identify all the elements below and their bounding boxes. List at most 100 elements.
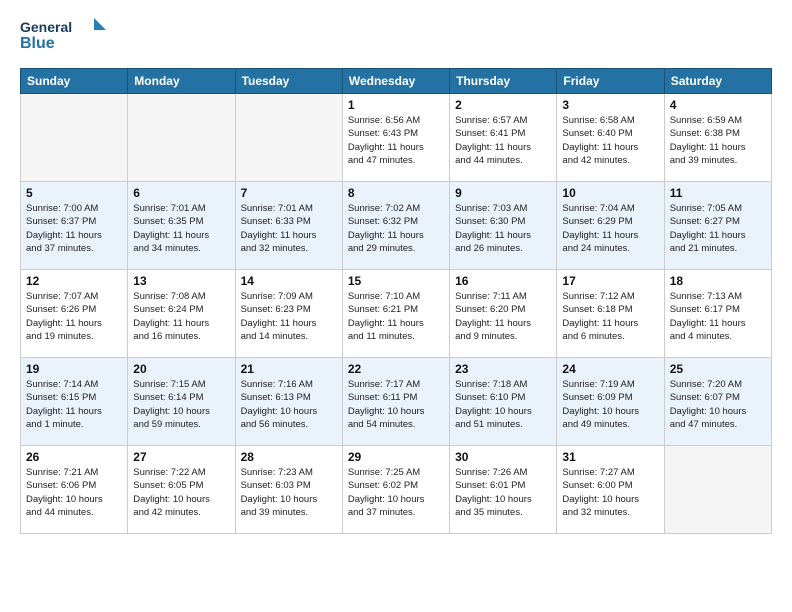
calendar-cell: 12 Sunrise: 7:07 AM Sunset: 6:26 PM Dayli… [21,270,128,358]
day-number: 30 [455,450,551,464]
day-number: 28 [241,450,337,464]
day-number: 6 [133,186,229,200]
day-info: Sunrise: 7:04 AM Sunset: 6:29 PM Dayligh… [562,202,658,255]
day-info: Sunrise: 7:02 AM Sunset: 6:32 PM Dayligh… [348,202,444,255]
day-number: 12 [26,274,122,288]
svg-text:Blue: Blue [20,35,55,52]
calendar-cell: 1 Sunrise: 6:56 AM Sunset: 6:43 PM Daylig… [342,94,449,182]
calendar-cell: 22 Sunrise: 7:17 AM Sunset: 6:11 PM Dayli… [342,358,449,446]
calendar-cell [21,94,128,182]
day-header-wednesday: Wednesday [342,69,449,94]
day-info: Sunrise: 7:14 AM Sunset: 6:15 PM Dayligh… [26,378,122,431]
day-info: Sunrise: 6:56 AM Sunset: 6:43 PM Dayligh… [348,114,444,167]
day-info: Sunrise: 7:25 AM Sunset: 6:02 PM Dayligh… [348,466,444,519]
day-number: 14 [241,274,337,288]
day-headers-row: SundayMondayTuesdayWednesdayThursdayFrid… [21,69,772,94]
day-info: Sunrise: 7:21 AM Sunset: 6:06 PM Dayligh… [26,466,122,519]
day-number: 10 [562,186,658,200]
day-header-friday: Friday [557,69,664,94]
day-number: 20 [133,362,229,376]
day-info: Sunrise: 7:07 AM Sunset: 6:26 PM Dayligh… [26,290,122,343]
day-info: Sunrise: 7:01 AM Sunset: 6:33 PM Dayligh… [241,202,337,255]
day-info: Sunrise: 7:09 AM Sunset: 6:23 PM Dayligh… [241,290,337,343]
day-header-tuesday: Tuesday [235,69,342,94]
day-number: 8 [348,186,444,200]
day-info: Sunrise: 6:59 AM Sunset: 6:38 PM Dayligh… [670,114,766,167]
calendar-cell: 26 Sunrise: 7:21 AM Sunset: 6:06 PM Dayli… [21,446,128,534]
day-info: Sunrise: 7:00 AM Sunset: 6:37 PM Dayligh… [26,202,122,255]
calendar-cell: 27 Sunrise: 7:22 AM Sunset: 6:05 PM Dayli… [128,446,235,534]
day-number: 31 [562,450,658,464]
day-info: Sunrise: 7:05 AM Sunset: 6:27 PM Dayligh… [670,202,766,255]
calendar-cell: 28 Sunrise: 7:23 AM Sunset: 6:03 PM Dayli… [235,446,342,534]
calendar-cell [128,94,235,182]
day-number: 11 [670,186,766,200]
day-info: Sunrise: 7:01 AM Sunset: 6:35 PM Dayligh… [133,202,229,255]
day-number: 1 [348,98,444,112]
day-header-thursday: Thursday [450,69,557,94]
day-number: 15 [348,274,444,288]
day-info: Sunrise: 7:03 AM Sunset: 6:30 PM Dayligh… [455,202,551,255]
calendar-cell: 9Sunrise: 7:03 AM Sunset: 6:30 PM Daylig… [450,182,557,270]
day-info: Sunrise: 7:17 AM Sunset: 6:11 PM Dayligh… [348,378,444,431]
calendar-cell: 6 Sunrise: 7:01 AM Sunset: 6:35 PM Daylig… [128,182,235,270]
logo-svg: General Blue [20,16,110,58]
day-number: 4 [670,98,766,112]
day-info: Sunrise: 6:58 AM Sunset: 6:40 PM Dayligh… [562,114,658,167]
header: General Blue [20,16,772,58]
day-info: Sunrise: 7:22 AM Sunset: 6:05 PM Dayligh… [133,466,229,519]
day-number: 2 [455,98,551,112]
day-number: 23 [455,362,551,376]
logo: General Blue [20,16,110,58]
calendar-cell: 11 Sunrise: 7:05 AM Sunset: 6:27 PM Dayli… [664,182,771,270]
day-info: Sunrise: 7:27 AM Sunset: 6:00 PM Dayligh… [562,466,658,519]
calendar-cell: 13 Sunrise: 7:08 AM Sunset: 6:24 PM Dayli… [128,270,235,358]
svg-text:General: General [20,19,72,35]
day-number: 7 [241,186,337,200]
calendar-cell: 15 Sunrise: 7:10 AM Sunset: 6:21 PM Dayli… [342,270,449,358]
day-number: 3 [562,98,658,112]
calendar-cell: 21Sunrise: 7:16 AM Sunset: 6:13 PM Dayli… [235,358,342,446]
calendar-cell: 2Sunrise: 6:57 AM Sunset: 6:41 PM Daylig… [450,94,557,182]
calendar-cell: 18Sunrise: 7:13 AM Sunset: 6:17 PM Dayli… [664,270,771,358]
calendar-cell [235,94,342,182]
calendar-cell: 29 Sunrise: 7:25 AM Sunset: 6:02 PM Dayli… [342,446,449,534]
day-number: 16 [455,274,551,288]
calendar-cell: 5 Sunrise: 7:00 AM Sunset: 6:37 PM Daylig… [21,182,128,270]
day-info: Sunrise: 7:16 AM Sunset: 6:13 PM Dayligh… [241,378,337,431]
day-number: 27 [133,450,229,464]
day-number: 18 [670,274,766,288]
day-info: Sunrise: 7:26 AM Sunset: 6:01 PM Dayligh… [455,466,551,519]
day-number: 24 [562,362,658,376]
day-number: 26 [26,450,122,464]
day-number: 22 [348,362,444,376]
day-info: Sunrise: 7:23 AM Sunset: 6:03 PM Dayligh… [241,466,337,519]
calendar-cell: 4 Sunrise: 6:59 AM Sunset: 6:38 PM Daylig… [664,94,771,182]
day-number: 17 [562,274,658,288]
calendar-cell: 3 Sunrise: 6:58 AM Sunset: 6:40 PM Daylig… [557,94,664,182]
day-number: 5 [26,186,122,200]
day-header-saturday: Saturday [664,69,771,94]
day-header-sunday: Sunday [21,69,128,94]
day-info: Sunrise: 7:08 AM Sunset: 6:24 PM Dayligh… [133,290,229,343]
calendar-cell: 20Sunrise: 7:15 AM Sunset: 6:14 PM Dayli… [128,358,235,446]
day-info: Sunrise: 7:20 AM Sunset: 6:07 PM Dayligh… [670,378,766,431]
day-header-monday: Monday [128,69,235,94]
day-info: Sunrise: 7:10 AM Sunset: 6:21 PM Dayligh… [348,290,444,343]
calendar-cell: 17 Sunrise: 7:12 AM Sunset: 6:18 PM Dayli… [557,270,664,358]
page: General Blue SundayMondayTuesdayWednesda… [0,0,792,544]
day-info: Sunrise: 7:11 AM Sunset: 6:20 PM Dayligh… [455,290,551,343]
day-info: Sunrise: 7:12 AM Sunset: 6:18 PM Dayligh… [562,290,658,343]
calendar-table: SundayMondayTuesdayWednesdayThursdayFrid… [20,68,772,534]
calendar-cell: 14 Sunrise: 7:09 AM Sunset: 6:23 PM Dayli… [235,270,342,358]
day-number: 13 [133,274,229,288]
day-number: 29 [348,450,444,464]
day-number: 19 [26,362,122,376]
calendar-cell: 31 Sunrise: 7:27 AM Sunset: 6:00 PM Dayli… [557,446,664,534]
day-info: Sunrise: 7:18 AM Sunset: 6:10 PM Dayligh… [455,378,551,431]
calendar-cell [664,446,771,534]
day-number: 25 [670,362,766,376]
calendar-cell: 23 Sunrise: 7:18 AM Sunset: 6:10 PM Dayli… [450,358,557,446]
calendar-cell: 19 Sunrise: 7:14 AM Sunset: 6:15 PM Dayli… [21,358,128,446]
calendar-cell: 30 Sunrise: 7:26 AM Sunset: 6:01 PM Dayli… [450,446,557,534]
